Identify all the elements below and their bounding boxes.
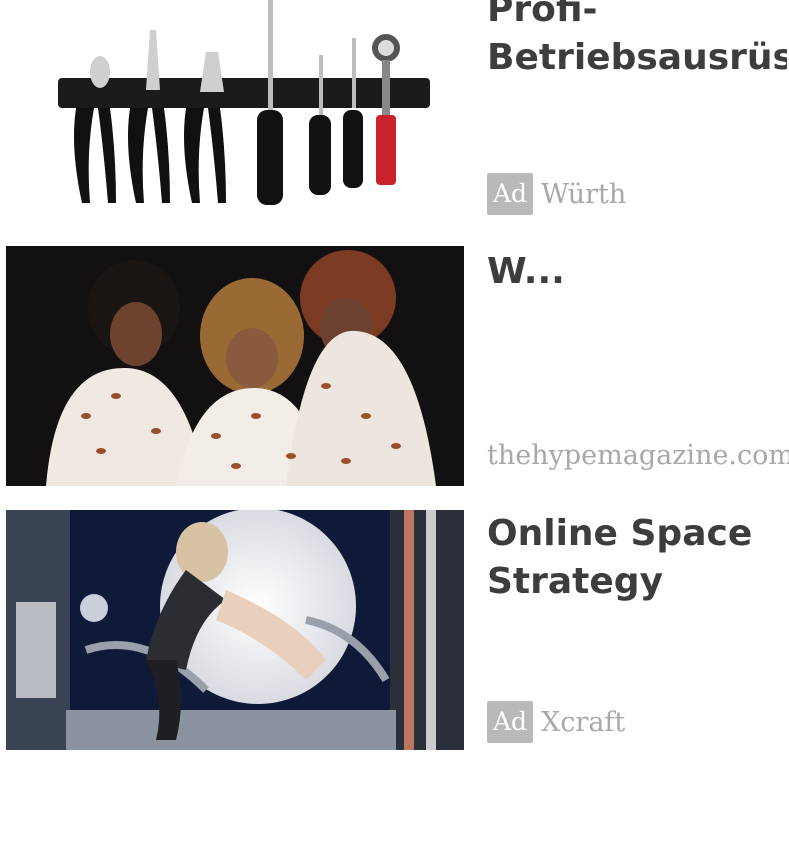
ad-card-xcraft[interactable]: Online Space Strategy Ad Xcraft xyxy=(0,502,789,762)
three-women-photo[interactable] xyxy=(6,246,464,486)
space-fantasy-illustration xyxy=(6,510,464,750)
card-title[interactable]: Online Space Strategy xyxy=(487,510,787,606)
card-title[interactable]: W... xyxy=(487,248,787,296)
card-meta: Ad Würth xyxy=(487,173,626,215)
card-meta: Ad Xcraft xyxy=(487,701,625,743)
tool-rack-illustration xyxy=(6,0,464,225)
ad-badge: Ad xyxy=(487,173,534,215)
three-women-illustration xyxy=(6,246,464,486)
ad-card-hype[interactable]: W... thehypemagazine.com xyxy=(0,240,789,502)
card-title[interactable]: Profi- Betriebsausrüs xyxy=(487,0,787,82)
card-meta: thehypemagazine.com xyxy=(487,440,789,471)
source-label[interactable]: Würth xyxy=(541,179,626,210)
space-fantasy-image[interactable] xyxy=(6,510,464,750)
tool-rack-image[interactable] xyxy=(6,0,464,225)
ad-card-wurth[interactable]: Profi- Betriebsausrüs Ad Würth xyxy=(0,0,789,240)
source-label[interactable]: thehypemagazine.com xyxy=(487,440,789,471)
ad-badge: Ad xyxy=(487,701,534,743)
source-label[interactable]: Xcraft xyxy=(541,707,625,738)
